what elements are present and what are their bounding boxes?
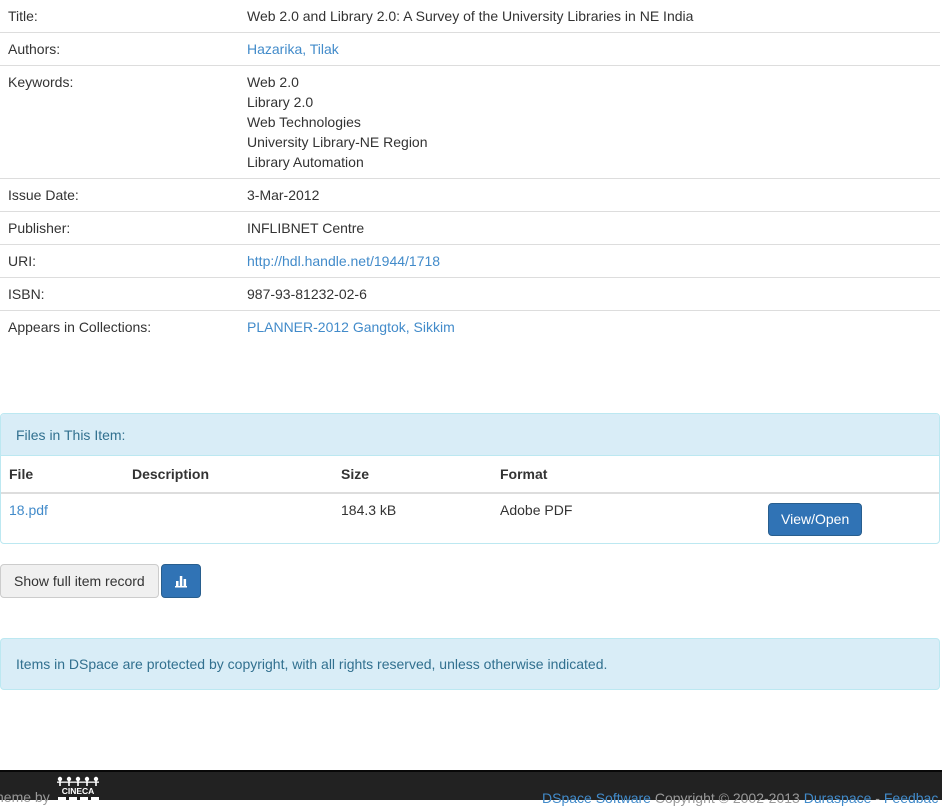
metadata-row-title: Title: Web 2.0 and Library 2.0: A Survey… (0, 0, 940, 33)
dspace-software-link[interactable]: DSpace Software (542, 790, 651, 806)
column-header-action (760, 456, 939, 494)
column-header-format: Format (492, 456, 760, 494)
footer-credits: DSpace Software Copyright © 2002-2013 Du… (542, 790, 938, 806)
files-table: File Description Size Format 18.pdf 184.… (1, 456, 939, 543)
files-table-header: File Description Size Format (1, 456, 939, 494)
keyword: Library 2.0 (247, 94, 314, 110)
copyright-notice: Items in DSpace are protected by copyrig… (0, 638, 940, 690)
metadata-label: Title: (8, 8, 38, 24)
collection-link[interactable]: PLANNER-2012 Gangtok, Sikkim (247, 319, 455, 335)
file-link[interactable]: 18.pdf (9, 502, 48, 518)
theme-by-text: heme by (0, 789, 50, 805)
metadata-label: URI: (0, 244, 239, 278)
column-header-size: Size (333, 456, 492, 494)
column-header-file: File (1, 456, 124, 494)
metadata-label: Appears in Collections: (0, 310, 239, 343)
metadata-row-authors: Authors: Hazarika, Tilak (0, 32, 940, 66)
keyword: University Library-NE Region (247, 134, 428, 150)
item-title-value: Web 2.0 and Library 2.0: A Survey of the… (247, 8, 694, 24)
metadata-label: ISBN: (0, 277, 239, 311)
keyword: Web Technologies (247, 114, 361, 130)
isbn-value: 987-93-81232-02-6 (239, 277, 940, 311)
metadata-row-issue-date: Issue Date: 3-Mar-2012 (0, 178, 940, 212)
files-panel-heading: Files in This Item: (1, 414, 939, 456)
file-format: Adobe PDF (500, 502, 573, 518)
keywords-value: Web 2.0 Library 2.0 Web Technologies Uni… (239, 65, 940, 179)
cineca-logo-text: CINECA (62, 786, 95, 796)
keyword: Web 2.0 (247, 74, 299, 90)
uri-link[interactable]: http://hdl.handle.net/1944/1718 (247, 253, 440, 269)
metadata-label: Publisher: (0, 211, 239, 245)
statistics-button[interactable] (161, 564, 201, 598)
keyword: Library Automation (247, 154, 364, 170)
file-description (124, 493, 333, 543)
bar-chart-icon (175, 576, 187, 588)
metadata-row-keywords: Keywords: Web 2.0 Library 2.0 Web Techno… (0, 65, 940, 179)
copyright-text: Copyright © 2002-2013 (650, 790, 804, 806)
metadata-row-collections: Appears in Collections: PLANNER-2012 Gan… (0, 310, 940, 343)
feedback-link[interactable]: Feedbac (884, 790, 938, 806)
files-panel: Files in This Item: File Description Siz… (0, 413, 940, 544)
metadata-row-isbn: ISBN: 987-93-81232-02-6 (0, 277, 940, 311)
file-size: 184.3 kB (341, 502, 397, 518)
author-link[interactable]: Hazarika, Tilak (247, 41, 339, 57)
metadata-row-uri: URI: http://hdl.handle.net/1944/1718 (0, 244, 940, 278)
issue-date-value: 3-Mar-2012 (239, 178, 940, 212)
metadata-label: Issue Date: (0, 178, 239, 212)
metadata-label: Authors: (0, 32, 239, 66)
footer-separator: - (871, 790, 884, 806)
view-open-button[interactable]: View/Open (768, 503, 863, 536)
show-full-item-record-button[interactable]: Show full item record (0, 564, 159, 598)
item-metadata-table: Title: Web 2.0 and Library 2.0: A Survey… (0, 0, 940, 343)
table-row: 18.pdf 184.3 kB Adobe PDF View/Open (1, 493, 939, 543)
column-header-description: Description (124, 456, 333, 494)
footer: heme by CINECA DSpace Software Copyright… (0, 770, 942, 806)
metadata-row-publisher: Publisher: INFLIBNET Centre (0, 211, 940, 245)
metadata-label: Keywords: (0, 65, 239, 179)
cineca-logo[interactable]: CINECA (56, 776, 100, 802)
duraspace-link[interactable]: Duraspace (804, 790, 872, 806)
publisher-value: INFLIBNET Centre (239, 211, 940, 245)
